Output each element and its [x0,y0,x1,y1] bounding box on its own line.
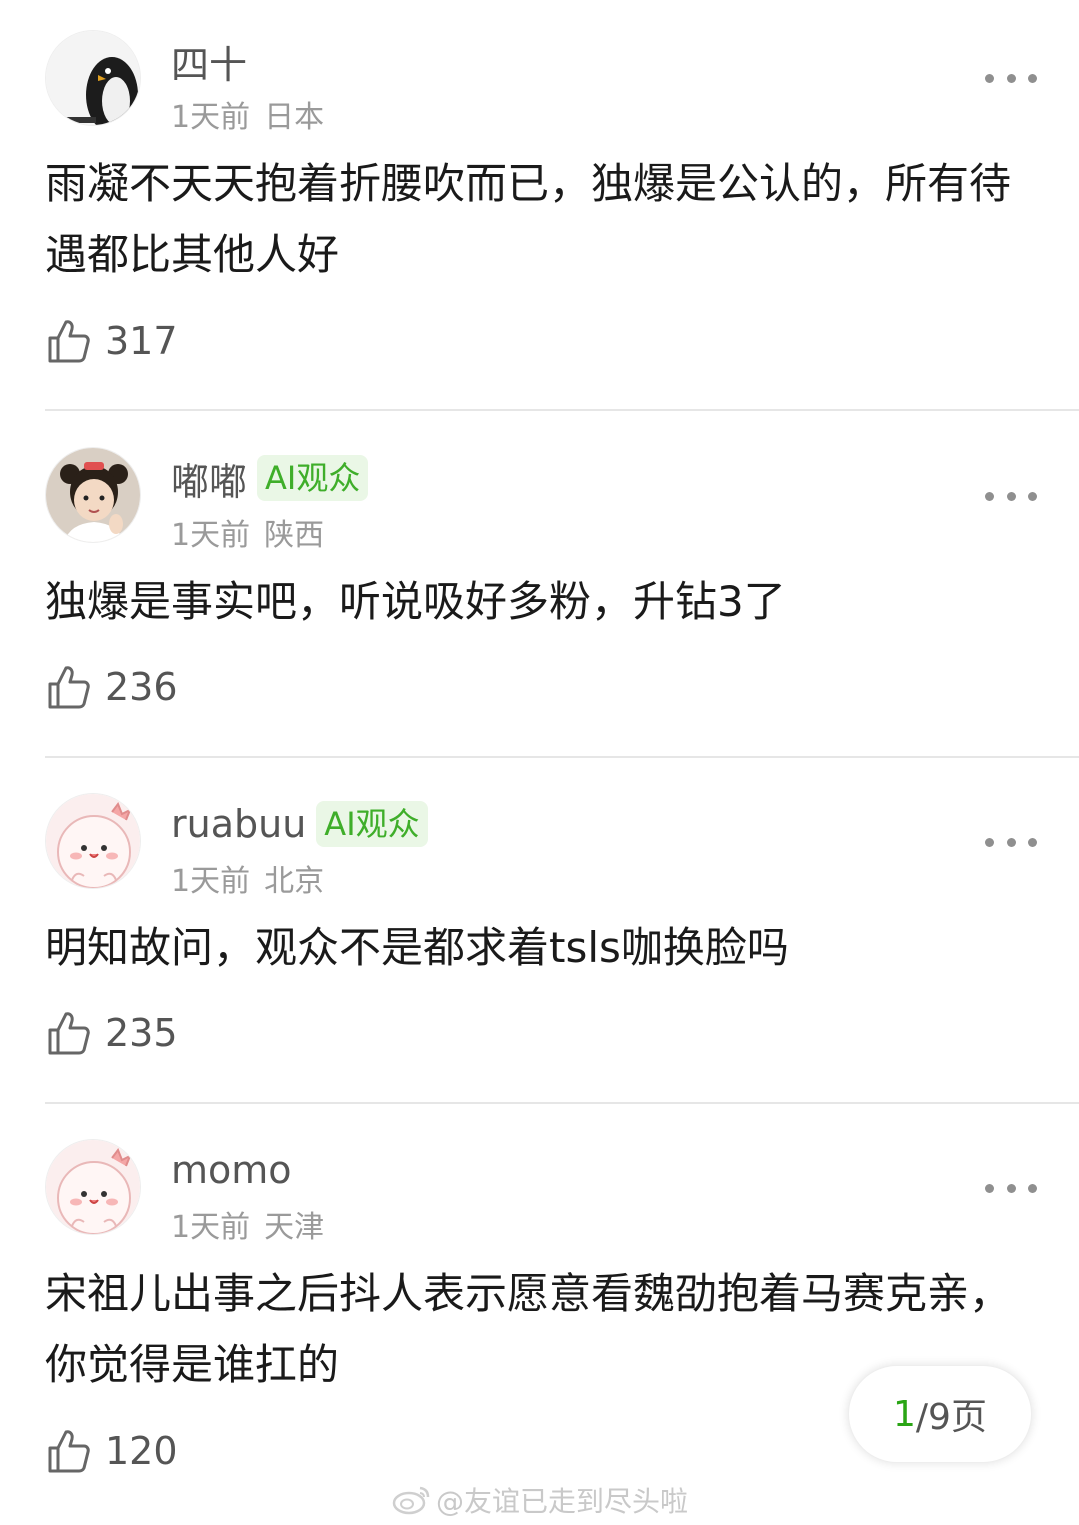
penguin-avatar-icon [46,31,140,125]
avatar[interactable] [45,1139,141,1235]
watermark: @友谊已走到尽头啦 [392,1480,688,1520]
divider [45,756,1079,758]
username[interactable]: momo [171,1148,292,1192]
more-options-icon[interactable] [985,66,1037,90]
username-row: momo [171,1145,292,1195]
pink-cartoon-avatar-icon [46,1140,140,1234]
comment-time: 1天前 [171,1210,251,1245]
more-options-icon[interactable] [985,1176,1037,1200]
ai-audience-badge: AI观众 [257,455,369,501]
username-row: 四十 [171,34,247,89]
comment-location: 北京 [264,864,325,899]
like-count: 235 [105,1011,178,1055]
comment-location: 天津 [264,1210,325,1245]
like-count: 120 [105,1429,178,1473]
comment-meta: 1天前 陕西 [171,510,324,554]
page-indicator-button[interactable]: 1/9页 [848,1365,1032,1463]
like-button[interactable]: 236 [47,662,178,712]
thumbs-up-icon [48,666,90,709]
thumbs-up-icon [48,320,90,363]
more-options-icon[interactable] [985,484,1037,508]
pink-cartoon-avatar-icon [46,794,140,888]
comment-meta: 1天前 天津 [171,1202,324,1246]
thumbs-up-icon [48,1430,90,1473]
comment-time: 1天前 [171,864,251,899]
comment-time: 1天前 [171,518,251,553]
username[interactable]: ruabuu [171,802,306,846]
like-button[interactable]: 317 [47,316,178,366]
page-total: /9页 [915,1397,987,1438]
weibo-logo-icon [392,1486,430,1515]
watermark-text: @友谊已走到尽头啦 [436,1485,689,1518]
like-button[interactable]: 235 [47,1008,178,1058]
comment-meta: 1天前 北京 [171,856,324,900]
comment-location: 陕西 [264,518,325,553]
like-count: 236 [105,665,178,709]
username-row: 嘟嘟 AI观众 [171,451,369,506]
avatar[interactable] [45,447,141,543]
divider [45,1102,1079,1104]
username-row: ruabuu AI观众 [171,799,428,849]
username[interactable]: 嘟嘟 [171,451,247,506]
page-current: 1 [893,1393,916,1435]
avatar[interactable] [45,30,141,126]
divider [45,409,1079,411]
comment-location: 日本 [264,100,325,135]
comment-text[interactable]: 雨凝不天天抱着折腰吹而已，独爆是公认的，所有待遇都比其他人好 [45,148,1035,290]
comment-text[interactable]: 独爆是事实吧，听说吸好多粉，升钻3了 [45,566,1035,637]
like-count: 317 [105,319,178,363]
username[interactable]: 四十 [171,34,247,89]
like-button[interactable]: 120 [47,1426,178,1476]
more-options-icon[interactable] [985,830,1037,854]
child-photo-avatar-icon [46,448,140,542]
thumbs-up-icon [48,1012,90,1055]
ai-audience-badge: AI观众 [316,801,428,847]
avatar[interactable] [45,793,141,889]
comment-text[interactable]: 明知故问，观众不是都求着tsls咖换脸吗 [45,912,1035,983]
comment-time: 1天前 [171,100,251,135]
comment-meta: 1天前 日本 [171,92,324,136]
